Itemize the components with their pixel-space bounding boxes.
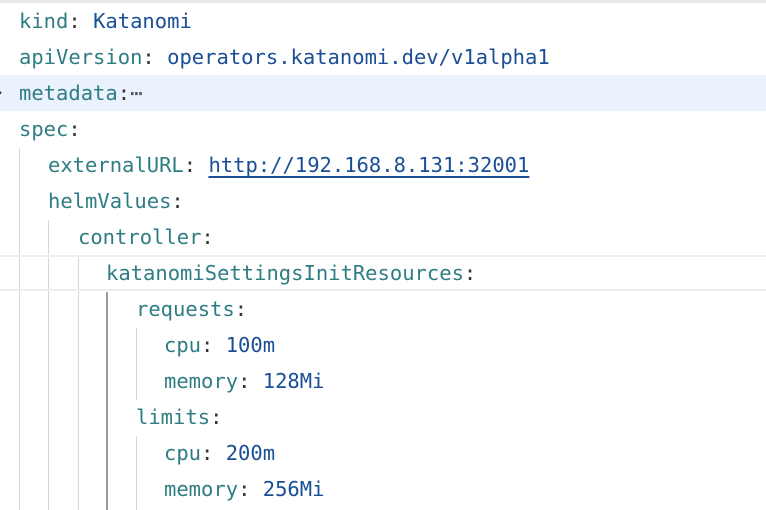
- code-line-apiversion[interactable]: apiVersion: operators.katanomi.dev/v1alp…: [0, 39, 766, 75]
- colon: :: [142, 45, 168, 69]
- code-line-requests[interactable]: requests:: [0, 291, 766, 327]
- url-link[interactable]: http://192.168.8.131:32001: [208, 153, 529, 177]
- yaml-key: metadata: [19, 81, 118, 105]
- yaml-value: 128Mi: [262, 369, 325, 393]
- code-line-limits-cpu[interactable]: cpu: 200m: [0, 435, 766, 471]
- colon: :: [238, 369, 263, 393]
- yaml-value: operators.katanomi.dev/v1alpha1: [167, 45, 550, 69]
- colon: :: [201, 441, 226, 465]
- code-line-spec[interactable]: spec:: [0, 111, 766, 147]
- code-line-kind[interactable]: kind: Katanomi: [0, 3, 766, 39]
- yaml-value: 200m: [225, 441, 276, 465]
- yaml-key: spec: [19, 117, 69, 141]
- colon: :: [68, 9, 94, 33]
- code-line-requests-cpu[interactable]: cpu: 100m: [0, 327, 766, 363]
- code-line-metadata-folded[interactable]: › metadata:⋯: [0, 75, 766, 111]
- code-line-limits[interactable]: limits:: [0, 399, 766, 435]
- colon: :: [238, 477, 263, 501]
- folded-ellipsis-icon[interactable]: ⋯: [130, 81, 142, 105]
- yaml-value: 256Mi: [262, 477, 325, 501]
- colon: :: [171, 189, 184, 213]
- code-line-controller[interactable]: controller:: [0, 219, 766, 255]
- yaml-key: controller: [78, 225, 202, 249]
- colon: :: [463, 261, 477, 285]
- yaml-key: cpu: [164, 333, 202, 357]
- colon: :: [210, 405, 223, 429]
- yaml-key: cpu: [164, 441, 202, 465]
- yaml-key: memory: [164, 369, 239, 393]
- colon: :: [183, 153, 209, 177]
- colon: :: [68, 117, 81, 141]
- yaml-key: helmValues: [48, 189, 172, 213]
- yaml-key: limits: [136, 405, 211, 429]
- code-line-limits-memory[interactable]: memory: 256Mi: [0, 471, 766, 507]
- chevron-right-icon[interactable]: ›: [0, 75, 7, 111]
- colon: :: [234, 297, 248, 321]
- colon: :: [117, 81, 131, 105]
- yaml-key: externalURL: [48, 153, 184, 177]
- code-line-externalurl[interactable]: externalURL: http://192.168.8.131:32001: [0, 147, 766, 183]
- yaml-editor[interactable]: kind: Katanomi apiVersion: operators.kat…: [0, 0, 766, 510]
- yaml-value: 100m: [225, 333, 276, 357]
- code-line-katanomisettingsinitresources[interactable]: katanomiSettingsInitResources:: [0, 255, 766, 291]
- yaml-key: kind: [19, 9, 69, 33]
- colon: :: [201, 225, 214, 249]
- yaml-key: memory: [164, 477, 239, 501]
- code-line-requests-memory[interactable]: memory: 128Mi: [0, 363, 766, 399]
- code-line-helmvalues[interactable]: helmValues:: [0, 183, 766, 219]
- yaml-key: requests: [136, 297, 235, 321]
- colon: :: [201, 333, 226, 357]
- yaml-key: apiVersion: [19, 45, 143, 69]
- yaml-key: katanomiSettingsInitResources: [106, 261, 464, 285]
- yaml-value: Katanomi: [93, 9, 192, 33]
